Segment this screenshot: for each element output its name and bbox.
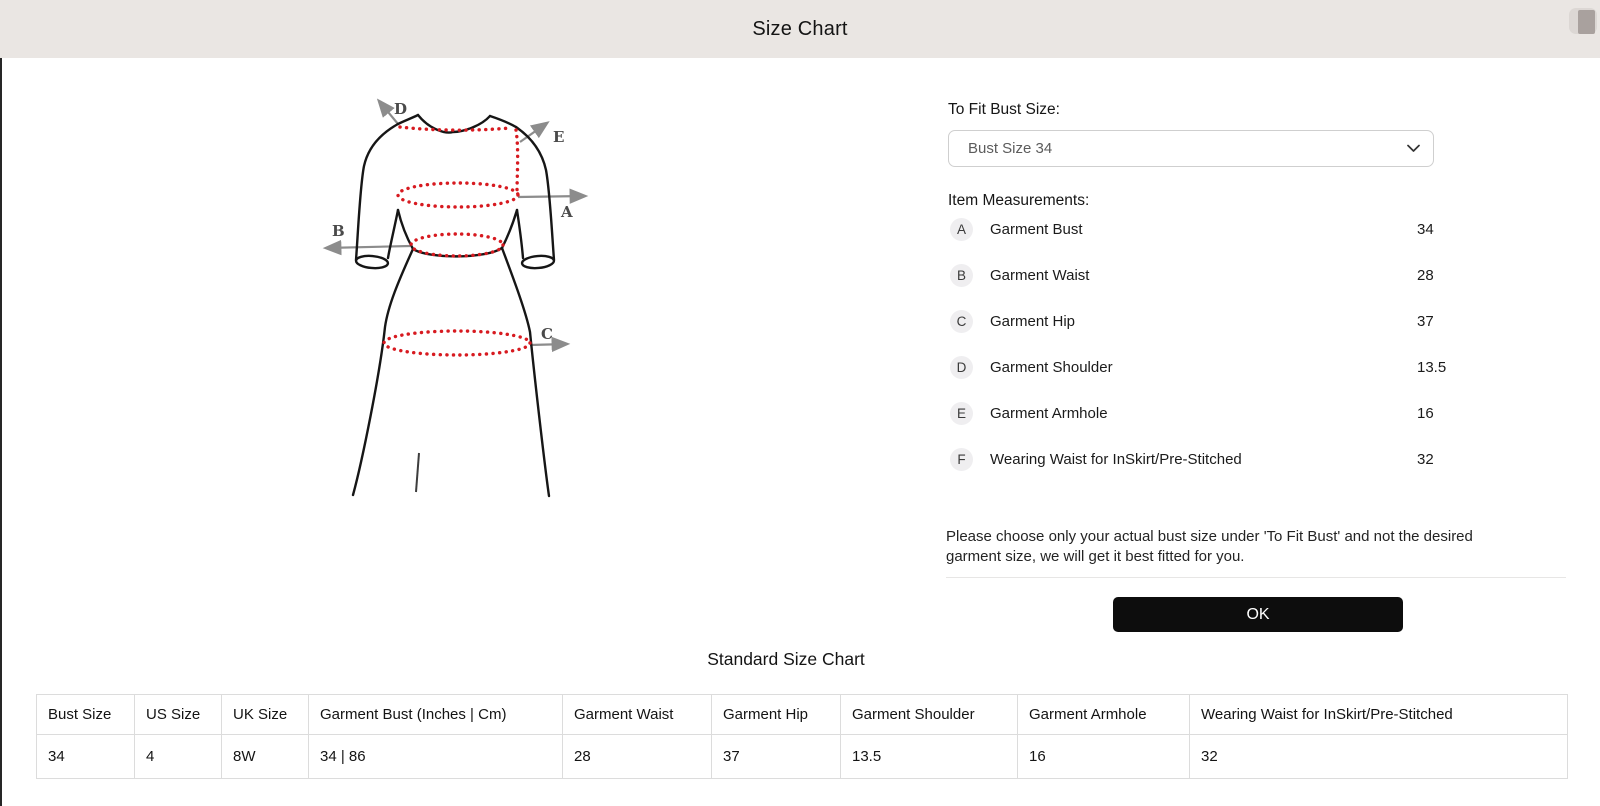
dress-right-sleeve-inner (517, 210, 523, 258)
measurement-value: 34 (1417, 221, 1434, 238)
modal-left-border (0, 0, 2, 806)
measurement-letter-badge: C (950, 310, 973, 333)
column-header: Bust Size (37, 695, 135, 735)
diagram-label-d: D (394, 100, 407, 118)
top-right-icon[interactable] (1569, 5, 1599, 39)
ok-button[interactable]: OK (1113, 597, 1403, 632)
table-cell: 37 (712, 735, 841, 779)
item-measurements-list: A Garment Bust 34 B Garment Waist 28 C G… (948, 206, 1448, 482)
table-cell: 34 | 86 (309, 735, 563, 779)
dress-left-skirt (353, 249, 413, 495)
measurement-letter-badge: E (950, 402, 973, 425)
dress-left-sleeve-inner (388, 210, 398, 258)
dress-right-cuff (522, 255, 555, 270)
column-header: Garment Hip (712, 695, 841, 735)
dress-measurement-diagram: D E A B C (300, 82, 600, 500)
table-cell: 13.5 (841, 735, 1018, 779)
dress-right-skirt (502, 248, 549, 496)
bust-dotted-ellipse (398, 183, 518, 207)
table-row: 34 4 8W 34 | 86 28 37 13.5 16 32 (37, 735, 1568, 779)
column-header: Garment Armhole (1018, 695, 1190, 735)
table-cell: 28 (563, 735, 712, 779)
measurement-value: 16 (1417, 405, 1434, 422)
diagram-label-c: C (541, 325, 553, 343)
table-cell: 32 (1190, 735, 1568, 779)
table-cell: 4 (135, 735, 222, 779)
top-right-icon-core (1578, 10, 1595, 34)
measurement-value: 32 (1417, 451, 1434, 468)
dress-right-shoulder (490, 116, 516, 127)
measurement-row: B Garment Waist 28 (948, 252, 1448, 298)
standard-size-chart-table: Bust Size US Size UK Size Garment Bust (… (36, 694, 1568, 779)
dress-diagram-svg: D E A B C (300, 82, 600, 500)
dress-left-cuff (356, 255, 389, 270)
measurement-label: Garment Bust (990, 221, 1083, 238)
bust-size-select[interactable]: Bust Size 34 (948, 130, 1434, 167)
measurement-row: A Garment Bust 34 (948, 206, 1448, 252)
table-cell: 16 (1018, 735, 1190, 779)
measurement-label: Wearing Waist for InSkirt/Pre-Stitched (990, 451, 1242, 468)
column-header: Garment Bust (Inches | Cm) (309, 695, 563, 735)
column-header: Garment Shoulder (841, 695, 1018, 735)
modal-header: Size Chart (0, 0, 1600, 58)
panel-divider (946, 577, 1566, 578)
dress-slit-line (416, 453, 419, 492)
to-fit-bust-label: To Fit Bust Size: (948, 101, 1060, 119)
column-header: UK Size (222, 695, 309, 735)
measurement-label: Garment Armhole (990, 405, 1108, 422)
dress-right-bodice (502, 210, 517, 248)
measurement-letter-badge: F (950, 448, 973, 471)
standard-size-chart-title: Standard Size Chart (0, 649, 1572, 670)
fit-note-text: Please choose only your actual bust size… (946, 527, 1502, 567)
measurement-value: 13.5 (1417, 359, 1446, 376)
measurement-value: 28 (1417, 267, 1434, 284)
diagram-label-b: B (332, 222, 345, 240)
bust-size-select-wrap: Bust Size 34 (948, 130, 1434, 167)
table-header-row: Bust Size US Size UK Size Garment Bust (… (37, 695, 1568, 735)
measurement-letter-badge: D (950, 356, 973, 379)
armhole-dotted-line (516, 130, 518, 194)
measurement-letter-badge: A (950, 218, 973, 241)
arrow-a (518, 196, 585, 197)
page-title: Size Chart (0, 0, 1600, 58)
size-chart-modal: Size Chart (0, 0, 1600, 806)
arrow-c (530, 344, 567, 345)
diagram-label-a: A (560, 203, 573, 221)
column-header: US Size (135, 695, 222, 735)
table-cell: 34 (37, 735, 135, 779)
column-header: Garment Waist (563, 695, 712, 735)
shoulder-dotted-line (400, 127, 510, 130)
measurement-row: E Garment Armhole 16 (948, 390, 1448, 436)
measurement-label: Garment Waist (990, 267, 1089, 284)
hip-dotted-ellipse (384, 331, 530, 355)
measurement-label: Garment Shoulder (990, 359, 1113, 376)
measurement-letter-badge: B (950, 264, 973, 287)
measurement-row: D Garment Shoulder 13.5 (948, 344, 1448, 390)
measurement-value: 37 (1417, 313, 1434, 330)
table-cell: 8W (222, 735, 309, 779)
measurement-row: F Wearing Waist for InSkirt/Pre-Stitched… (948, 436, 1448, 482)
column-header: Wearing Waist for InSkirt/Pre-Stitched (1190, 695, 1568, 735)
diagram-label-e: E (553, 128, 564, 146)
measurement-label: Garment Hip (990, 313, 1075, 330)
arrow-b (326, 246, 410, 248)
measurement-row: C Garment Hip 37 (948, 298, 1448, 344)
